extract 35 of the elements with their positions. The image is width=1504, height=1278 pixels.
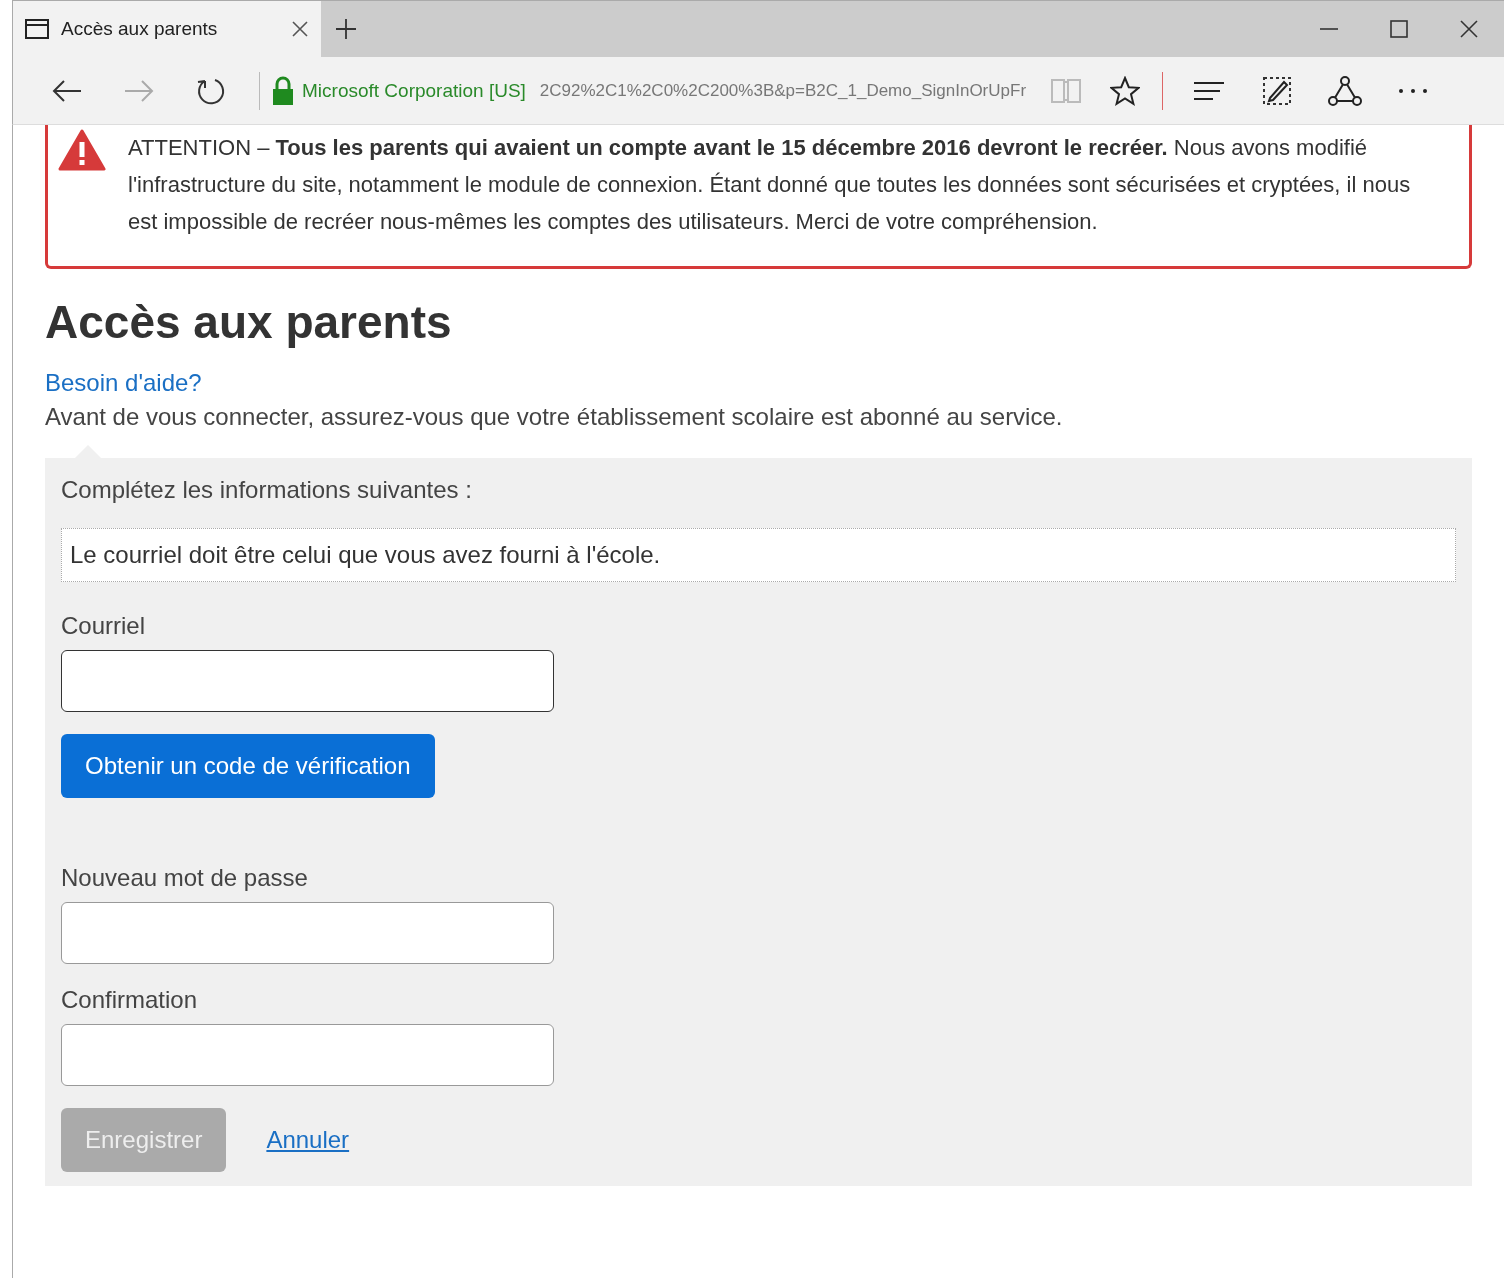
- plus-icon: [335, 18, 357, 40]
- tab-title: Accès aux parents: [61, 18, 219, 40]
- form-instructions: Complétez les informations suivantes :: [61, 476, 473, 504]
- forward-arrow-icon: [123, 78, 155, 103]
- close-tab-button[interactable]: [291, 20, 309, 38]
- minimize-icon: [1320, 27, 1338, 31]
- page-heading: Accès aux parents: [45, 295, 453, 349]
- help-link[interactable]: Besoin d'aide?: [45, 369, 202, 396]
- field-label: Nouveau mot de passe: [61, 864, 309, 892]
- maximize-icon: [1390, 20, 1408, 38]
- cancel-link[interactable]: Annuler: [266, 1126, 350, 1154]
- book-icon: [1050, 76, 1083, 105]
- email-notice: Le courriel doit être celui que vous avez fourni à l'école.: [61, 528, 1456, 582]
- more-icon: [1398, 87, 1429, 94]
- padlock-icon: [272, 75, 294, 106]
- browser-tab[interactable]: Accès aux parents: [13, 1, 321, 57]
- close-icon: [291, 20, 309, 38]
- verification-code-button[interactable]: Obtenir un code de vérification: [61, 734, 435, 798]
- warning-icon: [58, 129, 106, 171]
- page-icon: [25, 19, 49, 39]
- address-field[interactable]: 2C92%2C1%2C0%2C200%3B&p=B2C_1_Demo_SignInOrUpFr: [539, 80, 1027, 101]
- back-arrow-icon: [51, 78, 83, 103]
- password-input[interactable]: [61, 902, 554, 964]
- password-input[interactable]: [61, 1024, 554, 1086]
- intro-text: Avant de vous connecter, assurez-vous que votre établissement scolaire est abonné au service.: [45, 403, 1064, 431]
- field-label: Confirmation: [61, 986, 199, 1014]
- warning-text: ATTENTION – Tous les parents qui avaient un compte avant le 15 décembre 2016 devront le recréer. Nous avons modifié l'infrastructure du site, notamment le module de connexion. Étant donné que toutes les données sont sécurisées et cryptées, il nous est impossible de recréer nous-mêmes les comptes des utilisateurs. Merci de votre compréhension.: [128, 134, 1412, 236]
- site-identity[interactable]: Microsoft Corporation [US]: [302, 79, 526, 102]
- email-input[interactable]: [61, 650, 554, 712]
- lines-icon: [1193, 79, 1226, 102]
- pen-icon: [1262, 75, 1293, 106]
- share-icon: [1328, 74, 1363, 107]
- star-icon: [1110, 75, 1141, 106]
- field-label: Courriel: [61, 612, 147, 640]
- close-icon: [1459, 19, 1479, 39]
